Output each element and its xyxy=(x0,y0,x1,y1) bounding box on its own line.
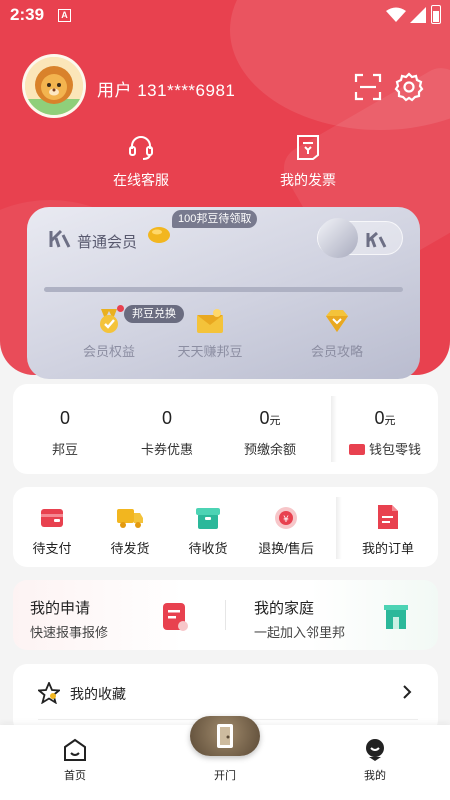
headset-icon xyxy=(129,136,153,160)
quick-invoice[interactable]: 我的发票 xyxy=(253,133,363,190)
invoice-label: 我的发票 xyxy=(280,172,336,188)
form-icon xyxy=(163,603,188,631)
orders-card: 待支付 待发货 待收货 ¥ 退换/售后 我的订单 xyxy=(13,487,438,567)
star-icon xyxy=(38,682,60,704)
service-title: 我的家庭 xyxy=(254,600,315,617)
door-icon xyxy=(217,724,233,748)
perk-earn-beans[interactable]: 天天赚邦豆 xyxy=(155,307,265,360)
services-card: 我的申请 快速报事报修 我的家庭 一起加入邻里邦 xyxy=(13,580,438,650)
order-label: 待发货 xyxy=(110,541,150,556)
asset-value: 0 xyxy=(259,408,270,428)
asset-wallet[interactable]: 0元 钱包零钱 xyxy=(335,408,435,458)
truck-icon xyxy=(117,509,143,528)
refund-icon: ¥ xyxy=(275,507,297,529)
wifi-icon xyxy=(386,7,406,22)
perk-guide[interactable]: 会员攻略 xyxy=(282,307,392,360)
chevron-right-icon xyxy=(403,685,412,699)
tab-profile[interactable]: 我的 xyxy=(345,737,405,783)
invoice-icon xyxy=(297,135,319,160)
order-label: 待支付 xyxy=(32,541,72,556)
asset-beans[interactable]: 0 邦豆 xyxy=(15,408,115,458)
perk-label: 会员权益 xyxy=(82,344,135,359)
asset-label: 钱包零钱 xyxy=(368,442,421,457)
order-label: 退换/售后 xyxy=(258,541,314,556)
asset-value: 0 xyxy=(374,408,385,428)
k-logo-icon xyxy=(49,229,71,248)
asset-unit: 元 xyxy=(384,415,396,427)
tab-label: 我的 xyxy=(364,770,386,782)
perk-label: 会员攻略 xyxy=(310,344,363,359)
service-subtitle: 一起加入邻里邦 xyxy=(254,625,346,640)
profile-icon xyxy=(366,739,384,761)
service-subtitle: 快速报事报修 xyxy=(30,625,109,640)
list-item-label: 我的收藏 xyxy=(70,686,126,702)
signal-icon xyxy=(410,7,426,23)
level-progress-bar xyxy=(44,287,403,292)
asset-unit: 元 xyxy=(269,415,281,427)
wallet-icon xyxy=(348,444,365,455)
order-pending-payment[interactable]: 待支付 xyxy=(13,505,91,557)
avatar[interactable] xyxy=(22,54,86,118)
box-icon xyxy=(196,508,220,529)
member-level: 普通会员 xyxy=(77,234,138,251)
open-door-button[interactable] xyxy=(190,716,260,756)
asset-label: 卡券优惠 xyxy=(140,442,193,457)
quick-customer-service[interactable]: 在线客服 xyxy=(86,133,196,190)
username: 用户 131****6981 xyxy=(97,81,236,100)
svg-text:¥: ¥ xyxy=(283,515,289,525)
notification-dot xyxy=(117,305,124,312)
diamond-icon xyxy=(326,310,348,332)
asset-prepaid[interactable]: 0元 预缴余额 xyxy=(220,408,320,458)
notification-a-icon: A xyxy=(58,9,71,22)
gear-icon[interactable] xyxy=(394,72,424,102)
tab-label: 开门 xyxy=(214,770,236,782)
order-pending-shipment[interactable]: 待发货 xyxy=(91,505,169,557)
level-badge xyxy=(317,218,403,258)
tab-open-door[interactable]: 开门 xyxy=(195,767,255,783)
order-label: 待收货 xyxy=(188,541,228,556)
status-time: 2:39 xyxy=(10,5,45,24)
asset-label: 邦豆 xyxy=(51,442,78,457)
tab-home[interactable]: 首页 xyxy=(45,737,105,783)
order-pending-receipt[interactable]: 待收货 xyxy=(169,505,247,557)
asset-coupons[interactable]: 0 卡券优惠 xyxy=(117,408,217,458)
k-badge-icon xyxy=(366,231,387,248)
vip-card[interactable]: 普通会员 100邦豆待领取 会员权益 邦豆兑换 天天赚邦豆 会员攻略 xyxy=(27,207,420,379)
order-refund[interactable]: ¥ 退换/售后 xyxy=(247,505,325,557)
service-title: 我的申请 xyxy=(30,600,91,617)
house-icon xyxy=(384,605,408,629)
bean-icon xyxy=(148,227,170,243)
asset-value: 0 xyxy=(59,408,70,428)
envelope-icon xyxy=(197,309,223,333)
wallet-icon xyxy=(41,509,63,527)
order-icon xyxy=(378,505,398,529)
customer-service-label: 在线客服 xyxy=(113,172,169,188)
order-label: 我的订单 xyxy=(361,541,414,556)
my-orders[interactable]: 我的订单 xyxy=(349,503,427,557)
home-icon xyxy=(64,738,86,761)
assets-card: 0 邦豆 0 卡券优惠 0元 预缴余额 0元 钱包零钱 xyxy=(13,384,438,474)
tab-label: 首页 xyxy=(64,770,86,782)
perk-label: 天天赚邦豆 xyxy=(177,344,243,359)
lion-avatar-icon xyxy=(25,57,83,115)
scan-icon[interactable] xyxy=(354,73,382,101)
pending-beans-badge[interactable]: 100邦豆待领取 xyxy=(172,210,258,228)
asset-label: 预缴余额 xyxy=(243,442,296,457)
status-bar: 2:39 A xyxy=(0,0,450,32)
asset-value: 0 xyxy=(161,408,172,428)
battery-icon xyxy=(431,5,441,24)
